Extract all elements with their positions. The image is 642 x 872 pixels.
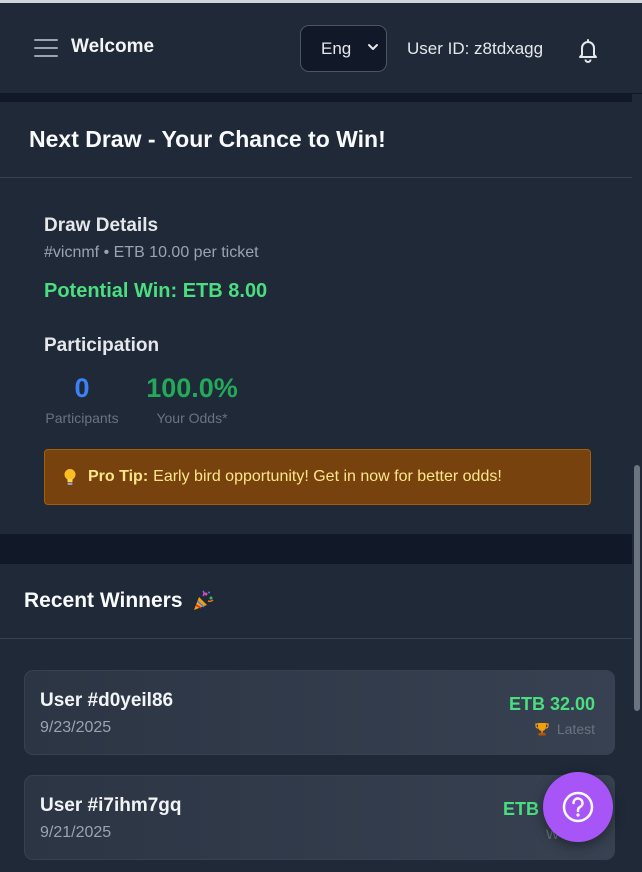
next-draw-card: Next Draw - Your Chance to Win! Draw Det… — [0, 102, 632, 534]
main-scroll-area[interactable]: Next Draw - Your Chance to Win! Draw Det… — [0, 94, 632, 872]
participants-count: 0 — [74, 373, 90, 403]
app-header: Welcome Eng User ID: z8tdxagg — [0, 3, 642, 94]
winner-tag: Latest — [535, 721, 595, 737]
recent-winners-header: Recent Winners — [0, 564, 632, 639]
winner-date: 9/23/2025 — [40, 719, 112, 736]
potential-win: Potential Win: ETB 8.00 — [44, 280, 268, 302]
participants-label: Participants — [45, 410, 119, 426]
draw-details-heading: Draw Details — [44, 215, 159, 236]
winner-list-item: User #i7ihm7gq 9/21/2025 ETB W — [24, 775, 615, 860]
pro-tip-banner: Pro Tip: Early bird opportunity! Get in … — [44, 449, 591, 505]
trophy-icon — [535, 723, 549, 736]
next-draw-title: Next Draw - Your Chance to Win! — [29, 126, 386, 152]
winner-tag-label: Latest — [556, 721, 595, 737]
winner-amount: ETB — [503, 799, 539, 819]
header-title: Welcome — [71, 36, 155, 57]
pro-tip-label: Pro Tip: — [88, 468, 149, 485]
odds-label: Your Odds* — [156, 410, 228, 426]
winner-list-item: User #d0yeil86 9/23/2025 ETB 32.00 Lates… — [24, 670, 615, 755]
odds-stat: 100.0% Your Odds* — [140, 372, 244, 426]
winner-name: User #i7ihm7gq — [40, 795, 182, 816]
next-draw-card-header: Next Draw - Your Chance to Win! — [0, 102, 632, 178]
hamburger-menu-icon[interactable] — [34, 39, 58, 59]
draw-meta: #vicnmf • ETB 10.00 per ticket — [44, 244, 259, 261]
pro-tip-text: Early bird opportunity! Get in now for b… — [153, 468, 502, 485]
language-select[interactable]: Eng — [300, 25, 387, 72]
participation-heading: Participation — [44, 335, 160, 356]
bell-icon[interactable] — [576, 37, 600, 63]
help-button[interactable] — [543, 772, 613, 842]
language-select-value: Eng — [321, 38, 352, 58]
winner-name: User #d0yeil86 — [40, 690, 174, 711]
recent-winners-title: Recent Winners — [24, 589, 183, 612]
party-popper-icon — [193, 590, 214, 610]
user-id-label: User ID: z8tdxagg — [407, 39, 544, 58]
question-circle-icon — [562, 791, 594, 823]
lightbulb-icon — [64, 469, 76, 485]
winner-amount: ETB 32.00 — [508, 694, 595, 714]
scrollbar-thumb[interactable] — [634, 465, 640, 711]
recent-winners-card: Recent Winners User #d0yeil86 9/23/2025 … — [0, 564, 632, 872]
chevron-down-icon — [368, 44, 378, 50]
odds-value: 100.0% — [146, 373, 238, 403]
winner-date: 9/21/2025 — [40, 824, 112, 841]
participants-stat: 0 Participants — [44, 372, 120, 426]
